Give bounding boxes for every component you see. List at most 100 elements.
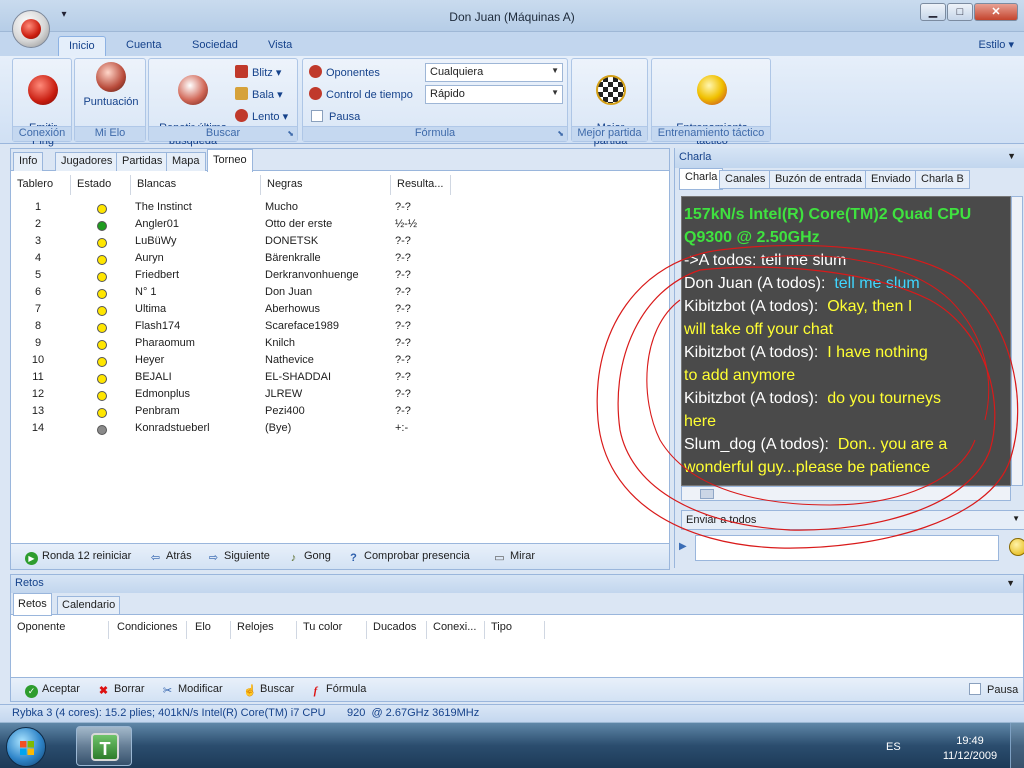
group-entrenamiento: Entrenamiento táctico Entrenamiento táct… — [651, 58, 771, 147]
chat-message: Kibitzbot (A todos): I have nothing — [682, 341, 1010, 364]
col-estado[interactable]: Estado — [71, 175, 131, 195]
chat-text: ->A todos: tell me slum — [684, 252, 847, 269]
cell-blancas: Flash174 — [135, 320, 181, 332]
chat-message: Kibitzbot (A todos): do you tourneys — [682, 387, 1010, 410]
atras-button[interactable]: ⇦ Atrás — [149, 550, 192, 565]
ping-icon — [28, 75, 58, 105]
chat-message: Q9300 @ 2.50GHz — [682, 226, 1010, 249]
col-tablero[interactable]: Tablero — [11, 175, 71, 195]
puntuacion-label: Puntuación — [83, 96, 139, 108]
col-elo[interactable]: Elo — [189, 621, 231, 639]
cell-negras: Otto der erste — [265, 218, 333, 230]
smiley-icon[interactable] — [1009, 538, 1024, 556]
col-tipo[interactable]: Tipo — [485, 621, 545, 639]
cell-negras: (Bye) — [265, 422, 292, 434]
send-to-value: Enviar a todos — [686, 514, 757, 526]
borrar-button[interactable]: ✖ Borrar — [97, 683, 145, 698]
taskbar-app-button[interactable]: T — [76, 726, 132, 766]
siguiente-button[interactable]: ⇨ Siguiente — [207, 550, 270, 565]
col-condiciones[interactable]: Condiciones — [111, 621, 187, 639]
left-tab-bar: Info Jugadores Partidas Mapa Torneo — [11, 149, 669, 172]
chess-trophy-icon — [595, 75, 626, 105]
tab-canales[interactable]: Canales — [719, 170, 772, 189]
app-menu-button[interactable] — [12, 10, 50, 48]
chevron-down-icon[interactable]: ▼ — [1007, 151, 1016, 161]
group-mejor-partida: Mejor partida Mejor partida — [571, 58, 648, 147]
tab-mapa[interactable]: Mapa — [166, 152, 206, 171]
chat-input[interactable] — [695, 535, 999, 561]
tab-cuenta[interactable]: Cuenta — [116, 36, 171, 56]
aceptar-button[interactable]: ✓ Aceptar — [25, 683, 80, 698]
buscar-dialog-launcher-icon[interactable]: ⬊ — [287, 129, 294, 138]
scroll-thumb[interactable] — [700, 489, 714, 499]
close-button[interactable]: ✕ — [974, 3, 1018, 21]
language-indicator[interactable]: ES — [886, 741, 901, 753]
tab-inicio[interactable]: Inicio — [58, 36, 106, 56]
send-to-select[interactable]: Enviar a todos ▼ — [681, 510, 1024, 530]
maximize-button[interactable]: □ — [947, 3, 973, 21]
col-tu-color[interactable]: Tu color — [297, 621, 367, 639]
chat-message-body: I have nothing — [818, 344, 928, 361]
formula-button[interactable]: f Fórmula — [309, 683, 367, 698]
puntuacion-button[interactable]: Puntuación — [77, 62, 145, 109]
col-resultado[interactable]: Resulta... — [391, 175, 451, 195]
col-relojes[interactable]: Relojes — [231, 621, 297, 639]
pausa-checkbox[interactable]: Pausa — [311, 108, 360, 126]
chevron-down-icon[interactable]: ▼ — [1006, 578, 1015, 588]
chat-message: will take off your chat — [682, 318, 1010, 341]
mirar-label: Mirar — [510, 550, 536, 562]
blitz-icon — [235, 65, 248, 78]
bala-label: Bala — [252, 89, 275, 101]
ribbon-tab-bar: Inicio Cuenta Sociedad Vista Estilo ▾ — [0, 32, 1024, 56]
col-oponente[interactable]: Oponente — [11, 621, 109, 639]
tab-torneo[interactable]: Torneo — [207, 149, 253, 172]
oponentes-select[interactable]: Cualquiera ▼ — [425, 63, 563, 82]
cell-negras: Mucho — [265, 201, 299, 213]
tab-charla-b[interactable]: Charla B — [915, 170, 970, 189]
retos-pausa-checkbox[interactable]: Pausa — [969, 683, 1018, 696]
cell-resultado: ?-? — [395, 252, 411, 264]
retos-header: Retos ▼ — [11, 575, 1023, 593]
chat-horizontal-scrollbar[interactable] — [681, 486, 1011, 501]
blitz-button[interactable]: Blitz ▾ — [235, 64, 281, 82]
question-person-icon: ? — [350, 552, 357, 564]
clock[interactable]: 19:49 11/12/2009 — [930, 734, 1010, 764]
col-negras[interactable]: Negras — [261, 175, 391, 195]
mirar-button[interactable]: ▭ Mirar — [493, 550, 535, 565]
tab-jugadores[interactable]: Jugadores — [55, 152, 119, 171]
tab-charla[interactable]: Charla — [679, 168, 724, 190]
cell-negras: Knilch — [265, 337, 295, 349]
control-tiempo-select[interactable]: Rápido ▼ — [425, 85, 563, 104]
cell-tablero: 6 — [34, 286, 42, 298]
lento-button[interactable]: Lento ▾ — [235, 108, 288, 126]
gong-button[interactable]: ♪ Gong — [287, 550, 331, 565]
modificar-button[interactable]: ✂ Modificar — [161, 683, 223, 698]
tab-partidas[interactable]: Partidas — [116, 152, 169, 171]
start-button[interactable] — [6, 727, 46, 767]
tab-sociedad[interactable]: Sociedad — [182, 36, 248, 56]
show-desktop-button[interactable] — [1010, 723, 1024, 768]
col-conexion[interactable]: Conexi... — [427, 621, 485, 639]
style-menu[interactable]: Estilo ▾ — [979, 38, 1014, 51]
chat-vertical-scrollbar[interactable] — [1011, 196, 1023, 486]
bala-button[interactable]: Bala ▾ — [235, 86, 283, 104]
tab-calendario[interactable]: Calendario — [57, 596, 121, 615]
chat-text: will take off your chat — [684, 321, 834, 338]
tab-info[interactable]: Info — [13, 152, 44, 171]
col-blancas[interactable]: Blancas — [131, 175, 261, 195]
ronda-reiniciar-button[interactable]: ▶ Ronda 12 reiniciar — [25, 550, 131, 565]
chat-text: to add anymore — [684, 367, 796, 384]
comprobar-presencia-button[interactable]: ? Comprobar presencia — [347, 550, 470, 565]
formula-dialog-launcher-icon[interactable]: ⬊ — [557, 129, 564, 138]
minimize-button[interactable]: ▁ — [920, 3, 946, 21]
tab-enviado[interactable]: Enviado — [865, 170, 917, 189]
delete-icon: ✖ — [98, 685, 109, 697]
group-label-mejor: Mejor partida — [572, 126, 647, 141]
tab-vista[interactable]: Vista — [258, 36, 302, 56]
tab-buzon[interactable]: Buzón de entrada — [769, 170, 868, 189]
col-ducados[interactable]: Ducados — [367, 621, 427, 639]
tab-retos[interactable]: Retos — [13, 593, 52, 616]
chat-log[interactable]: 157kN/s Intel(R) Core(TM)2 Quad CPU Q9300… — [681, 196, 1011, 486]
buscar-button[interactable]: ☝ Buscar — [243, 683, 294, 698]
send-arrow-icon[interactable]: ▶ — [679, 541, 687, 552]
